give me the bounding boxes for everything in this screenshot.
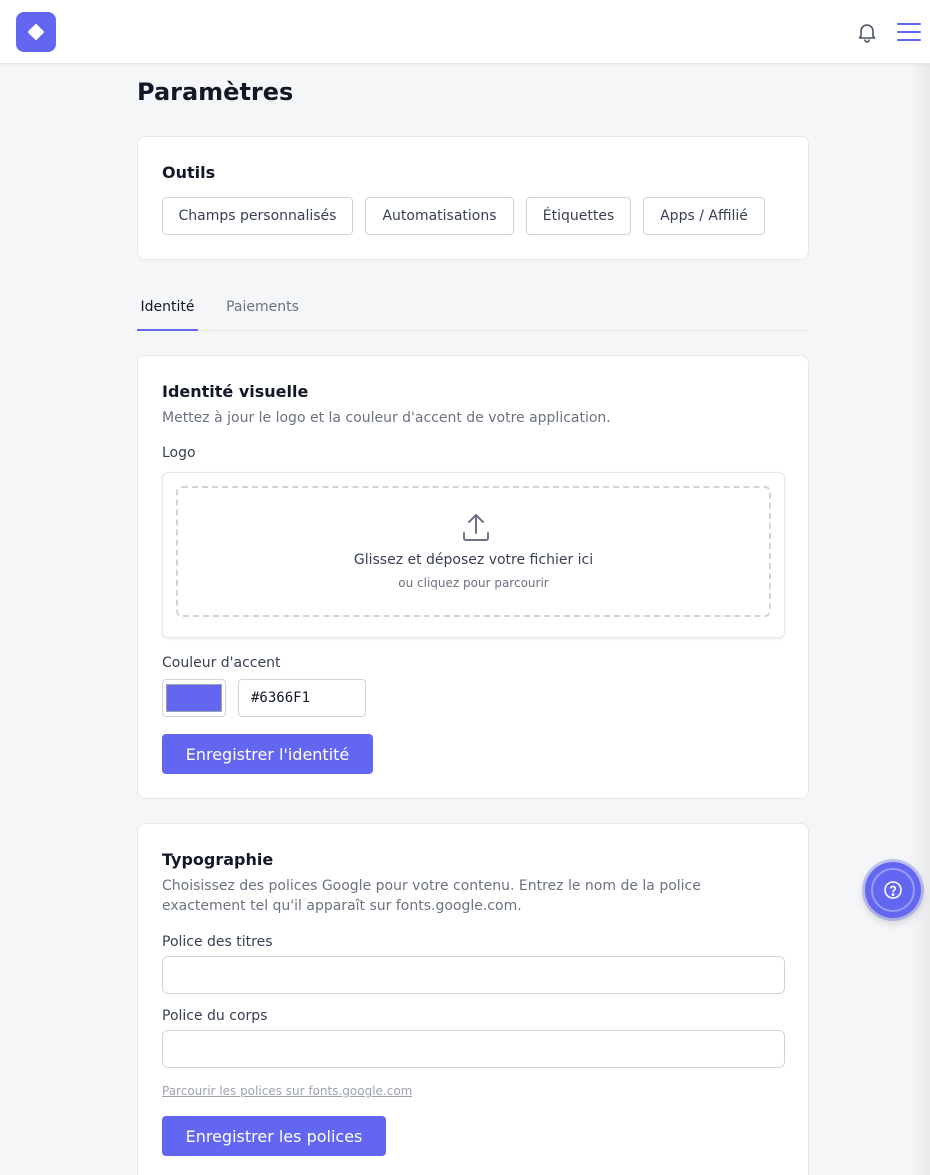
typography-card: Typographie Choisissez des polices Googl… (137, 823, 809, 1175)
typography-title: Typographie (162, 850, 274, 869)
apps-affiliate-button[interactable]: Apps / Affilié (643, 197, 765, 235)
typography-description: Choisissez des polices Google pour votre… (162, 878, 701, 914)
tab-identity[interactable]: Identité (137, 284, 198, 331)
heading-font-input[interactable] (162, 956, 785, 994)
identity-title: Identité visuelle (162, 382, 309, 401)
app-logo[interactable] (16, 12, 56, 52)
accent-color-picker[interactable] (162, 679, 226, 717)
page-title: Paramètres (137, 78, 294, 106)
browse-google-fonts-link[interactable]: Parcourir les polices sur fonts.google.c… (162, 1084, 412, 1098)
help-button[interactable] (865, 862, 921, 918)
visual-identity-card: Identité visuelle Mettez à jour le logo … (137, 355, 809, 799)
tags-button[interactable]: Étiquettes (526, 197, 631, 235)
body-font-input[interactable] (162, 1030, 785, 1068)
upload-icon (460, 512, 492, 544)
scroll-shadow (908, 64, 930, 1175)
help-circle-icon (884, 881, 902, 899)
logo-upload-panel: Glissez et déposez votre fichier ici ou … (162, 472, 785, 638)
identity-description: Mettez à jour le logo et la couleur d'ac… (162, 410, 611, 426)
save-identity-button[interactable]: Enregistrer l'identité (162, 734, 373, 774)
logo-dropzone[interactable]: Glissez et déposez votre fichier ici ou … (176, 486, 771, 617)
hamburger-menu-icon[interactable] (895, 20, 923, 44)
dropzone-sub-text: ou cliquez pour parcourir (398, 576, 549, 590)
bell-icon[interactable] (855, 20, 879, 44)
custom-fields-button[interactable]: Champs personnalisés (162, 197, 353, 235)
save-fonts-button[interactable]: Enregistrer les polices (162, 1116, 386, 1156)
diamond-icon (27, 23, 45, 41)
logo-label: Logo (162, 445, 196, 461)
accent-color-hex-input[interactable] (238, 679, 366, 717)
automations-button[interactable]: Automatisations (365, 197, 514, 235)
settings-tabs: Identité Paiements (137, 284, 809, 331)
heading-font-label: Police des titres (162, 934, 273, 950)
accent-color-label: Couleur d'accent (162, 655, 281, 671)
dropzone-main-text: Glissez et déposez votre fichier ici (353, 552, 594, 568)
tools-title: Outils (162, 163, 216, 182)
top-navigation-bar (0, 0, 930, 64)
tools-card: Outils Champs personnalisés Automatisati… (137, 136, 809, 260)
accent-color-swatch (166, 684, 222, 712)
tab-payments[interactable]: Paiements (222, 284, 303, 330)
body-font-label: Police du corps (162, 1008, 268, 1024)
